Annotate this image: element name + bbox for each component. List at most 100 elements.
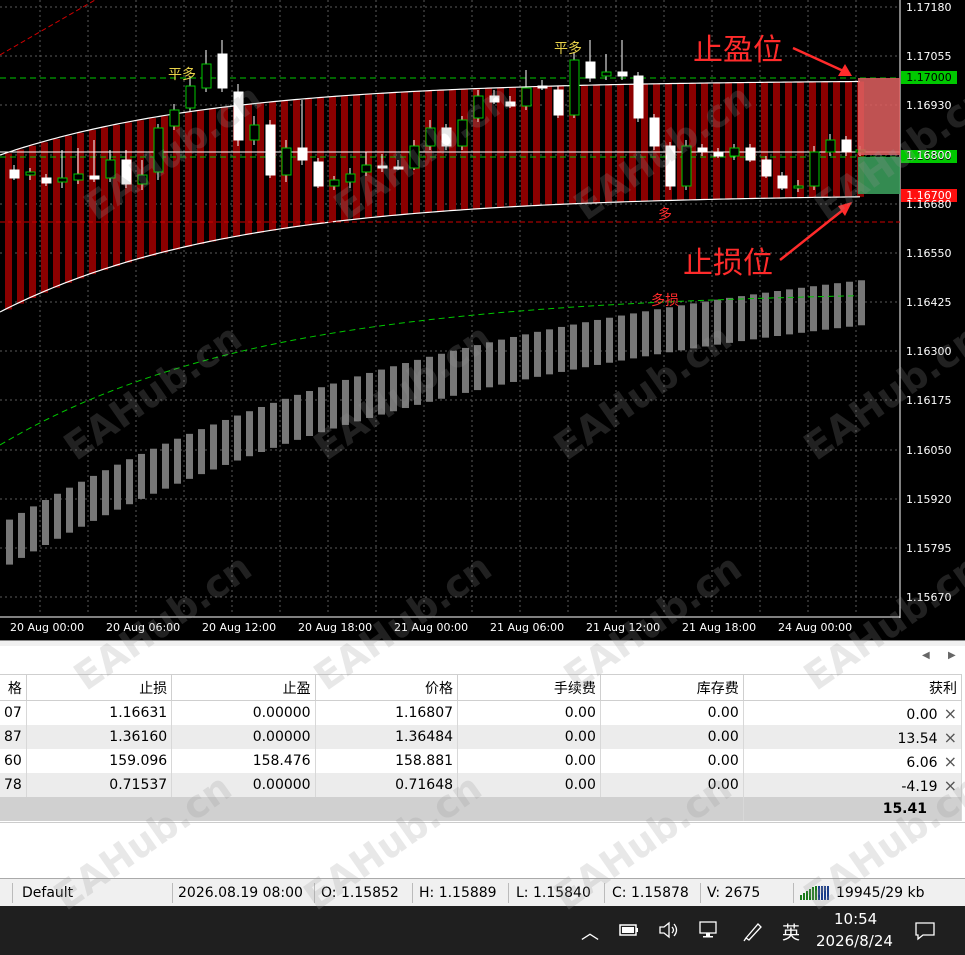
candle-body: [809, 151, 820, 187]
close-icon[interactable]: ×: [938, 752, 957, 771]
cell-stop-loss: 1.36160: [26, 725, 173, 749]
gray-band-bar: [498, 339, 505, 385]
price-axis-label: 1.16425: [906, 296, 952, 309]
gray-band-bar: [546, 329, 553, 375]
candle-body: [89, 175, 100, 180]
cell-price-open: 60: [0, 749, 27, 773]
bar-close: C: 1.15878: [612, 885, 689, 901]
cell-price: 158.881: [315, 749, 459, 773]
gray-band-bar: [810, 286, 817, 332]
channel-bar: [749, 82, 756, 199]
gray-band-bar: [426, 356, 433, 402]
gray-band-bar: [174, 438, 181, 484]
column-header[interactable]: 库存费: [600, 674, 744, 701]
candle-body: [121, 159, 132, 185]
channel-bar: [185, 112, 192, 247]
candle-body: [217, 53, 228, 89]
gray-band-bar: [510, 336, 517, 382]
gray-band-bar: [102, 470, 109, 516]
channel-bar: [485, 88, 492, 209]
orders-header-row: 格 止损 止盈 价格 手续费 库存费 获利: [0, 674, 963, 701]
battery-icon[interactable]: [619, 923, 639, 937]
candle-body: [553, 89, 564, 116]
gray-band-bar: [18, 512, 25, 558]
close-icon[interactable]: ×: [938, 704, 957, 723]
terminal-empty-area: [0, 822, 965, 878]
ime-indicator[interactable]: 英: [782, 919, 800, 945]
time-axis-label: 20 Aug 06:00: [106, 621, 181, 634]
gray-band-bar: [858, 280, 865, 326]
table-row[interactable]: 78 0.71537 0.00000 0.71648 0.00 0.00 -4.…: [0, 773, 963, 797]
scroll-right-icon[interactable]: ▶: [948, 650, 956, 661]
gray-band-bar: [834, 283, 841, 329]
table-row[interactable]: 60 159.096 158.476 158.881 0.00 0.00 6.0…: [0, 749, 963, 773]
cell-stop-loss: 0.71537: [26, 773, 173, 797]
candle-body: [73, 173, 84, 181]
orders-table: 格 止损 止盈 价格 手续费 库存费 获利 07 1.16631 0.00000…: [0, 674, 963, 821]
candle-body: [537, 85, 548, 89]
gray-band-bar: [414, 359, 421, 405]
clock-date[interactable]: 2026/8/24: [816, 932, 893, 950]
clock-time[interactable]: 10:54: [834, 910, 877, 928]
gray-band-bar: [234, 415, 241, 461]
close-icon[interactable]: ×: [938, 728, 957, 747]
candle-body: [345, 173, 356, 183]
channel-bar: [605, 84, 612, 203]
profile-name[interactable]: Default: [22, 885, 73, 901]
network-icon[interactable]: [698, 920, 720, 940]
column-header[interactable]: 获利: [743, 674, 963, 701]
price-axis-label: 1.16680: [906, 198, 952, 211]
candle-body: [633, 75, 644, 119]
price-axis-label: 1.17055: [906, 50, 952, 63]
candle-body: [729, 147, 740, 157]
column-header[interactable]: 手续费: [457, 674, 601, 701]
cell-take-profit: 0.00000: [171, 773, 316, 797]
channel-bar: [725, 82, 732, 200]
channel-bar: [305, 98, 312, 226]
notification-icon[interactable]: [914, 921, 936, 941]
price-axis-label: 1.17180: [906, 1, 952, 14]
pen-icon[interactable]: [742, 920, 764, 942]
chevron-up-icon[interactable]: ︿: [581, 919, 599, 945]
candle-body: [601, 71, 612, 77]
column-header[interactable]: 止损: [26, 674, 173, 701]
candle-body: [25, 171, 36, 176]
cell-price-open: 07: [0, 700, 27, 725]
candle-body: [489, 95, 500, 103]
table-row[interactable]: 07 1.16631 0.00000 1.16807 0.00 0.00 0.0…: [0, 700, 963, 725]
table-row[interactable]: 87 1.36160 0.00000 1.36484 0.00 0.00 13.…: [0, 725, 963, 749]
channel-bar: [437, 90, 444, 212]
time-axis-label: 20 Aug 18:00: [298, 621, 373, 634]
channel-bar: [257, 103, 264, 233]
gray-band-bar: [198, 429, 205, 475]
take-profit-box: [858, 78, 900, 155]
close-icon[interactable]: ×: [938, 776, 957, 795]
gray-band-bar: [462, 347, 469, 393]
chart-canvas: [0, 0, 901, 618]
gray-band-bar: [318, 387, 325, 433]
cell-swap: 0.00: [600, 725, 744, 749]
candle-body: [297, 147, 308, 161]
candle-body: [201, 63, 212, 89]
channel-bar: [53, 138, 60, 288]
column-header[interactable]: 止盈: [171, 674, 316, 701]
scroll-left-icon[interactable]: ◀: [922, 650, 930, 661]
cell-take-profit: 0.00000: [171, 700, 316, 725]
gray-band-bar: [474, 345, 481, 391]
candle-body: [473, 95, 484, 119]
candle-body: [153, 127, 164, 173]
candle-body: [393, 166, 404, 170]
column-header[interactable]: 格: [0, 674, 27, 701]
price-chart[interactable]: 止盈位 止损位 平多 平多 多 多损 1.17000 1.16800 1.167…: [0, 0, 965, 640]
speaker-icon[interactable]: [658, 921, 680, 939]
gray-band-bar: [150, 448, 157, 494]
profit-value: -4.19: [901, 778, 938, 795]
price-axis-label: 1.15795: [906, 542, 952, 555]
bar-low: L: 1.15840: [516, 885, 591, 901]
time-axis-label: 21 Aug 18:00: [682, 621, 757, 634]
price-axis-label: 1.16050: [906, 444, 952, 457]
candle-body: [585, 61, 596, 79]
column-header[interactable]: 价格: [315, 674, 459, 701]
bar-open: O: 1.15852: [321, 885, 399, 901]
candle-body: [265, 124, 276, 176]
